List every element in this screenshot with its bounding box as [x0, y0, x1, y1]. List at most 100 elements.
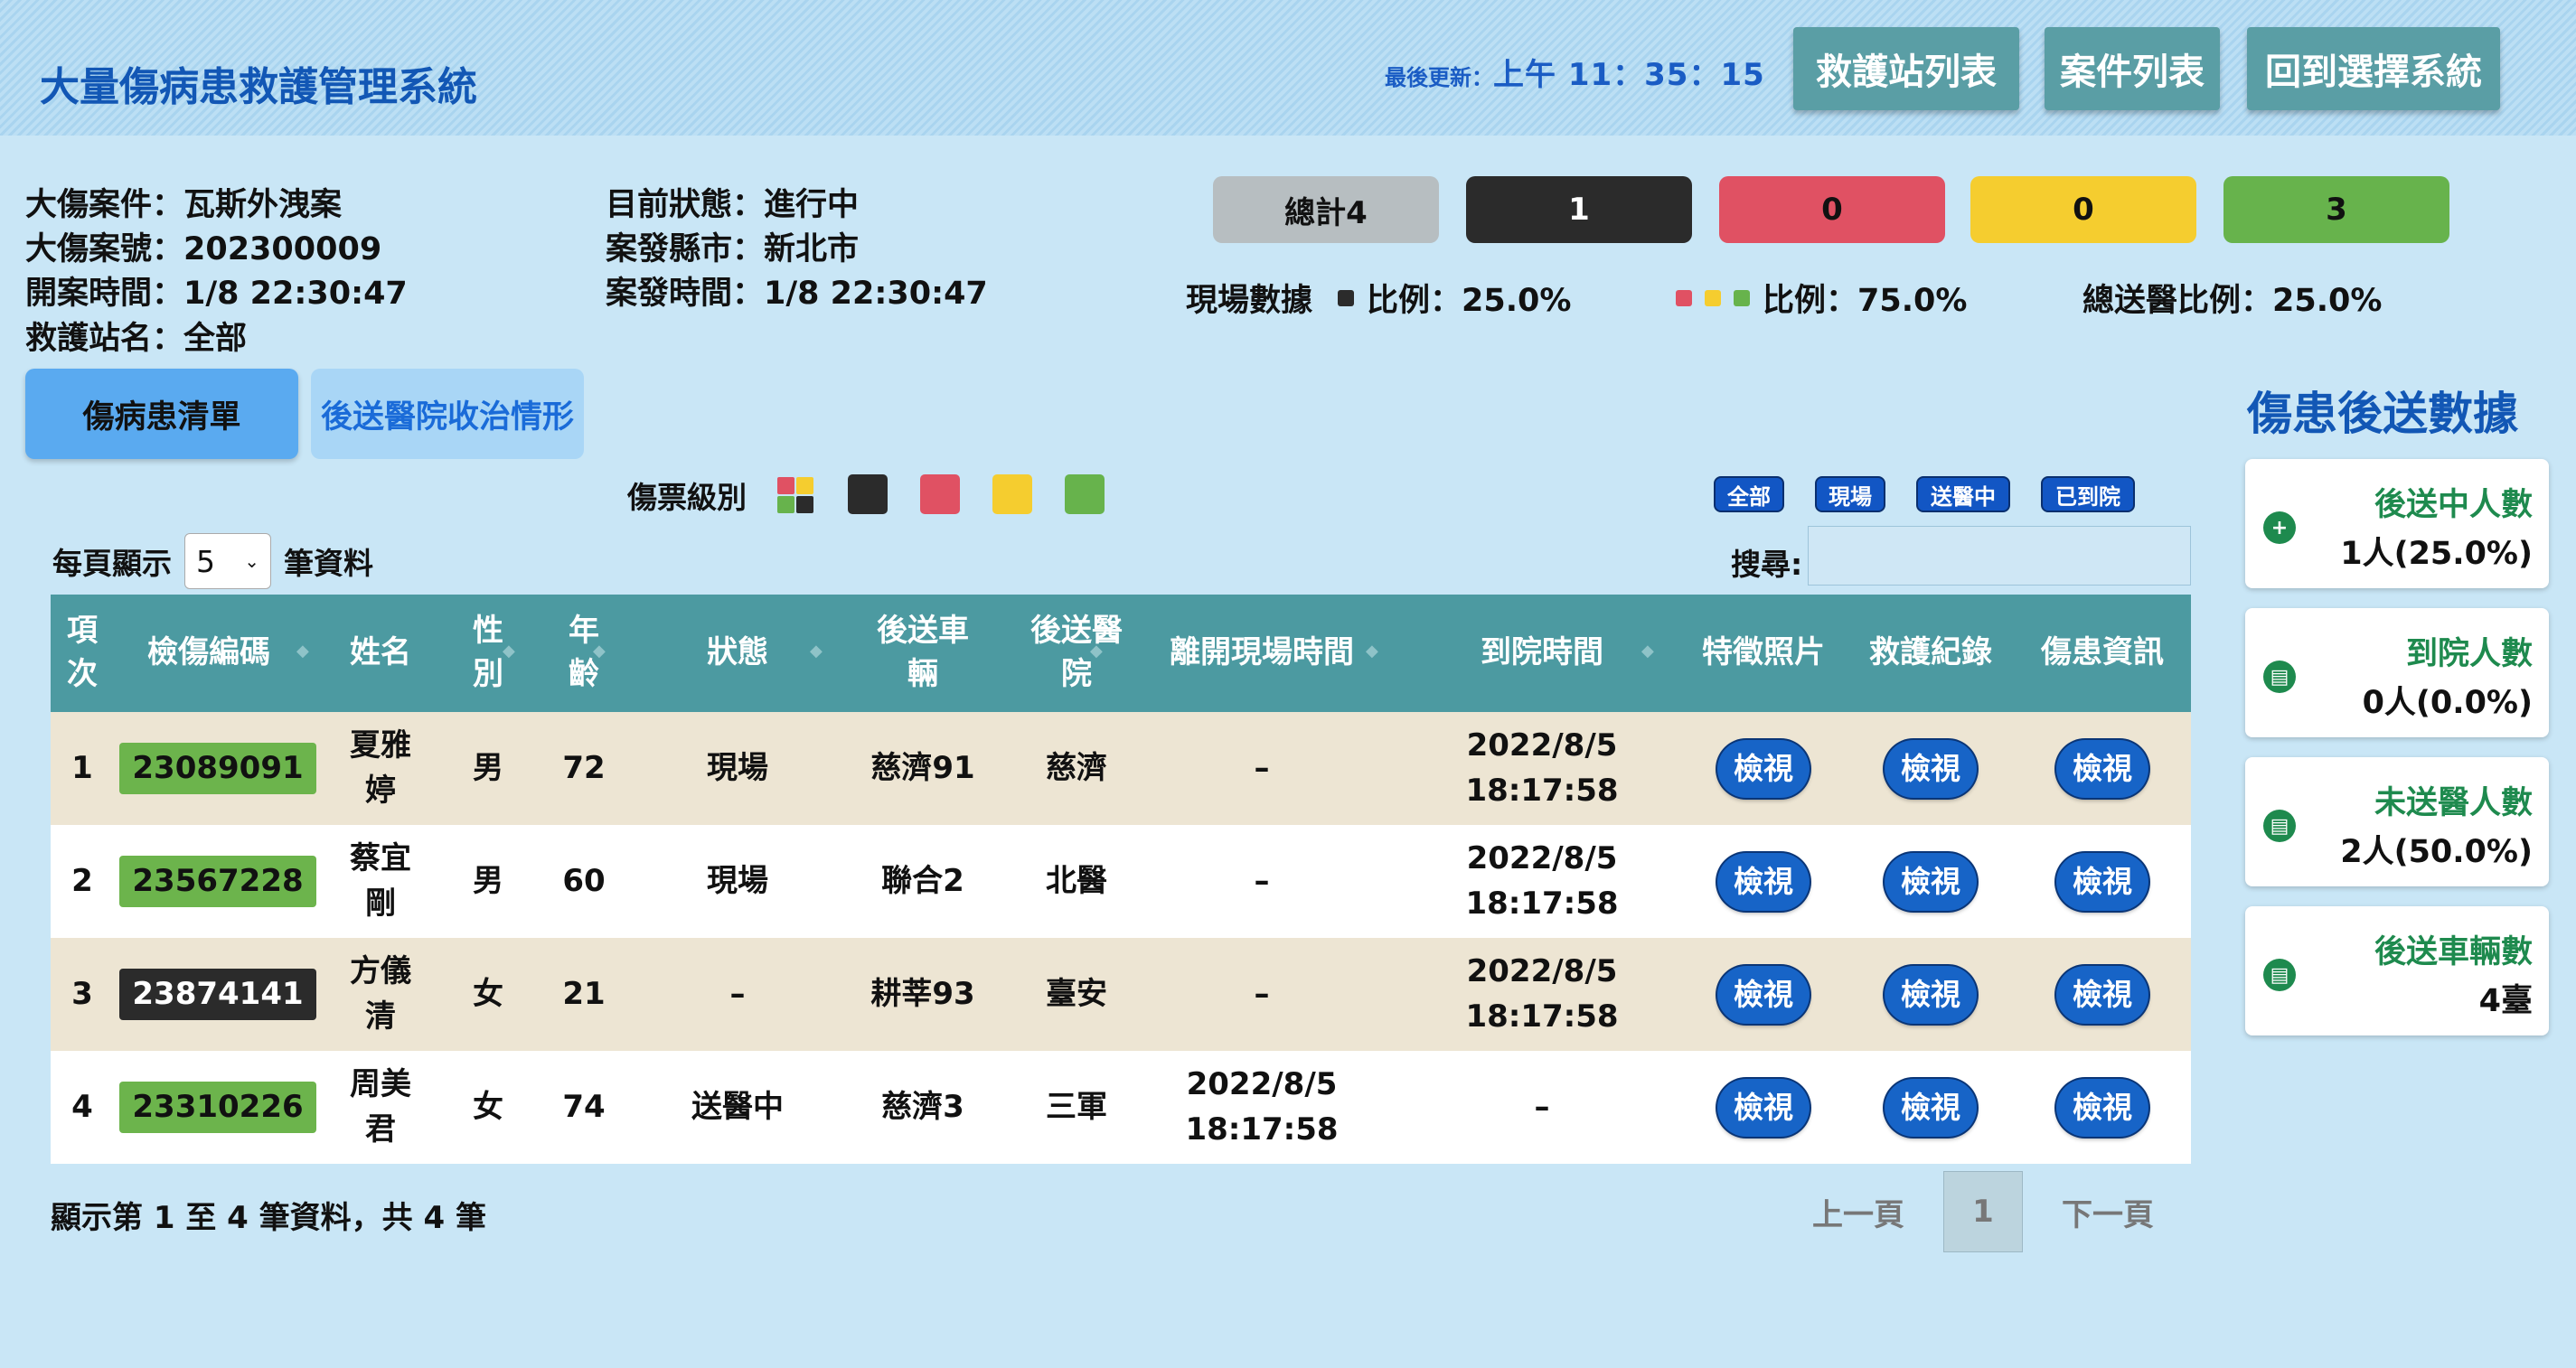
sort-icon: ◆: [296, 642, 309, 661]
col-photo: 特徵照片: [1702, 634, 1825, 671]
cell-photo: 檢視: [1687, 712, 1840, 825]
table-header: 項次 檢傷編碼 ◆ 姓名 性別 ◆ 年齡 ◆ 狀態 ◆ 後送車輛 後送醫院 ◆ …: [51, 595, 2191, 712]
filter-all[interactable]: 全部: [1714, 476, 1784, 512]
cell-hospital: 三軍: [1046, 1088, 1107, 1125]
case-station: 救護站名：全部: [25, 321, 248, 357]
case-open-time: 開案時間：1/8 22:30:47: [25, 276, 408, 312]
vehicle-count-label: 後送車輛數: [2374, 934, 2533, 970]
count-yellow[interactable]: 0: [1970, 176, 2196, 243]
cell-arrive: 2022/8/5 18:17:58: [1465, 840, 1619, 922]
case-status: 目前狀態：進行中: [606, 187, 860, 223]
per-page-select[interactable]: 5 ⌄: [184, 533, 271, 589]
cell-code: 23089091: [119, 712, 316, 825]
cell-age: 72: [562, 749, 606, 786]
filter-arrived[interactable]: 已到院: [2041, 476, 2135, 512]
view-record-button[interactable]: 檢視: [1885, 965, 1977, 1024]
col-status[interactable]: 狀態: [647, 595, 828, 712]
not-transported-label: 未送醫人數: [2374, 785, 2533, 821]
triage-green-filter[interactable]: [1065, 474, 1105, 514]
view-photo-button[interactable]: 檢視: [1717, 852, 1810, 911]
cell-age: 60: [562, 862, 606, 899]
sort-icon: ◆: [1366, 642, 1378, 661]
count-black[interactable]: 1: [1466, 176, 1692, 243]
arrived-value: 0人(0.0%): [2362, 685, 2533, 721]
last-update: 最後更新：上午 11：35：15: [1385, 50, 1765, 94]
col-leave-time[interactable]: 離開現場時間: [1153, 595, 1370, 712]
view-record-button[interactable]: 檢視: [1885, 739, 1977, 798]
cell-status: 現場: [707, 749, 768, 786]
triage-red-filter[interactable]: [920, 474, 960, 514]
chevron-down-icon: ⌄: [244, 550, 259, 572]
filter-transporting[interactable]: 送醫中: [1916, 476, 2010, 512]
bed-icon: ▤: [2263, 661, 2296, 693]
tab-hospital-status[interactable]: 後送醫院收治情形: [311, 369, 584, 459]
station-list-button[interactable]: 救護站列表: [1793, 27, 2019, 110]
last-update-value: 上午 11：35：15: [1493, 57, 1765, 93]
red-square-icon: [1676, 289, 1692, 306]
cell-code: 23874141: [119, 938, 316, 1051]
cell-leave: –: [1254, 862, 1270, 899]
cell-age: 74: [562, 1088, 606, 1125]
col-code[interactable]: 檢傷編碼: [132, 595, 286, 712]
not-transported-value: 2人(50.0%): [2340, 834, 2533, 870]
view-record-button[interactable]: 檢視: [1885, 852, 1977, 911]
page-1-button[interactable]: 1: [1943, 1171, 2023, 1252]
sort-icon: ◆: [810, 642, 823, 661]
col-vehicle[interactable]: 後送車輛: [846, 595, 1000, 712]
prev-page-button[interactable]: 上一頁: [1795, 1171, 1922, 1252]
other-stats: 比例：75.0%: [1676, 275, 1967, 321]
view-info-button[interactable]: 檢視: [2056, 739, 2148, 798]
transporting-value: 1人(25.0%): [2340, 536, 2533, 572]
back-to-system-button[interactable]: 回到選擇系統: [2247, 27, 2500, 110]
triage-code-badge: 23874141: [119, 968, 316, 1021]
triage-all-icon[interactable]: [777, 477, 813, 513]
triage-yellow-filter[interactable]: [992, 474, 1032, 514]
app-title: 大量傷病患救護管理系統: [40, 64, 477, 110]
view-info-button[interactable]: 檢視: [2056, 1078, 2148, 1137]
cell-status: 現場: [707, 862, 768, 899]
col-arrive-time[interactable]: 到院時間: [1434, 595, 1650, 712]
cell-idx: 2: [71, 862, 93, 899]
cell-record: 檢視: [1849, 712, 2012, 825]
black-square-icon: [1338, 289, 1355, 306]
search-input[interactable]: [1808, 526, 2191, 586]
col-hospital[interactable]: 後送醫院: [1000, 595, 1153, 712]
view-photo-button[interactable]: 檢視: [1717, 1078, 1810, 1137]
cell-vehicle: 慈濟91: [870, 749, 975, 786]
yellow-square-icon: [1705, 289, 1721, 306]
case-name: 大傷案件：瓦斯外洩案: [25, 187, 343, 223]
table-info: 顯示第 1 至 4 筆資料，共 4 筆: [51, 1200, 486, 1236]
next-page-button[interactable]: 下一頁: [2045, 1171, 2171, 1252]
cell-arrive: –: [1534, 1088, 1550, 1125]
col-name[interactable]: 姓名: [322, 595, 439, 712]
cell-name: 周美君: [350, 1066, 411, 1148]
vehicle-count-card: ▤ 後送車輛數 4臺: [2245, 906, 2549, 1035]
view-photo-button[interactable]: 檢視: [1717, 739, 1810, 798]
vehicle-count-value: 4臺: [2478, 983, 2533, 1019]
case-list-button[interactable]: 案件列表: [2045, 27, 2220, 110]
col-age[interactable]: 年齡: [539, 595, 629, 712]
tab-patient-list[interactable]: 傷病患清單: [25, 369, 298, 459]
view-record-button[interactable]: 檢視: [1885, 1078, 1977, 1137]
triage-code-badge: 23567228: [119, 855, 316, 908]
count-total[interactable]: 總計4: [1213, 176, 1439, 243]
count-red[interactable]: 0: [1719, 176, 1945, 243]
cell-sex: 男: [473, 862, 503, 899]
cell-name: 夏雅婷: [350, 727, 411, 809]
col-index[interactable]: 項次: [51, 595, 114, 712]
view-info-button[interactable]: 檢視: [2056, 965, 2148, 1024]
filter-onsite[interactable]: 現場: [1815, 476, 1885, 512]
cell-record: 檢視: [1849, 1051, 2012, 1164]
cell-status: 送醫中: [691, 1088, 784, 1125]
sidebar-title: 傷患後送數據: [2247, 388, 2518, 440]
triage-black-filter[interactable]: [848, 474, 888, 514]
cell-hospital: 北醫: [1046, 862, 1107, 899]
onsite-label: 現場數據: [1186, 283, 1313, 319]
cell-code: 23567228: [119, 825, 316, 938]
table-row: 1 23089091 夏雅婷 男 72 現場 慈濟91 慈濟 – 2022/8/5 18:17:5…: [51, 712, 2191, 825]
other-ratio: 比例：75.0%: [1763, 283, 1968, 319]
cell-photo: 檢視: [1687, 1051, 1840, 1164]
view-photo-button[interactable]: 檢視: [1717, 965, 1810, 1024]
view-info-button[interactable]: 檢視: [2056, 852, 2148, 911]
count-green[interactable]: 3: [2223, 176, 2449, 243]
